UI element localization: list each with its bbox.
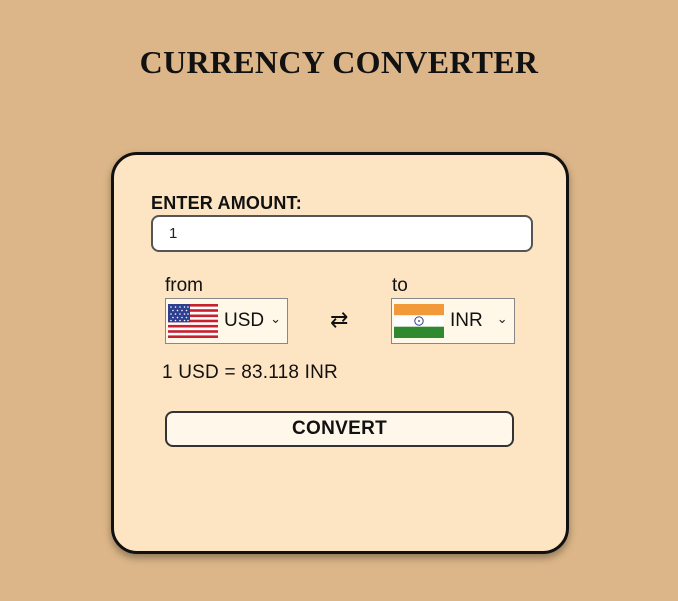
to-currency-select[interactable]: INR ⌄ — [391, 298, 515, 344]
conversion-result: 1 USD = 83.118 INR — [162, 362, 338, 383]
chevron-down-icon: ⌄ — [270, 311, 282, 326]
from-currency-code: USD — [224, 310, 265, 331]
convert-button[interactable]: CONVERT — [165, 411, 514, 447]
to-label: to — [392, 275, 408, 296]
to-currency-code: INR — [450, 310, 483, 331]
converter-card: ENTER AMOUNT: from to USD ⌄ ⇄ — [111, 152, 569, 554]
chevron-down-icon: ⌄ — [496, 311, 508, 326]
india-flag-icon — [394, 304, 444, 338]
page-title: CURRENCY CONVERTER — [139, 44, 539, 80]
amount-label: ENTER AMOUNT: — [151, 193, 302, 213]
us-flag-icon — [168, 304, 218, 338]
amount-input[interactable] — [151, 215, 533, 252]
swap-icon[interactable]: ⇄ — [330, 307, 348, 333]
from-currency-select[interactable]: USD ⌄ — [165, 298, 288, 344]
from-label: from — [165, 275, 203, 296]
